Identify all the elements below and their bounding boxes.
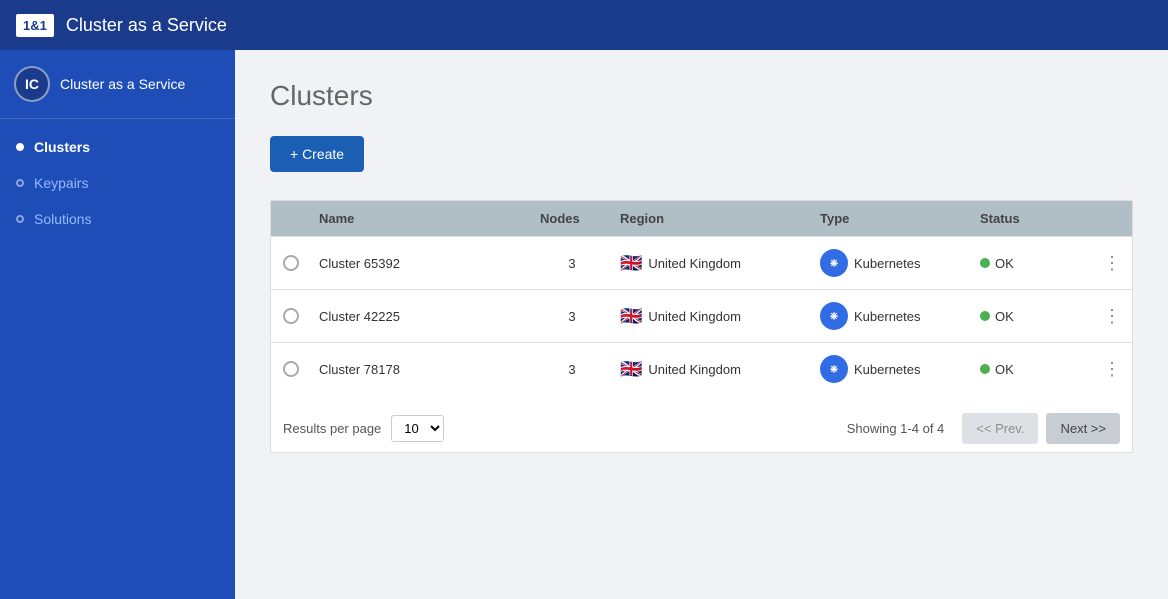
create-button[interactable]: + Create xyxy=(270,136,364,172)
status-dot-3 xyxy=(980,364,990,374)
th-status: Status xyxy=(972,211,1092,226)
table-header: Name Nodes Region Type Status xyxy=(271,201,1132,236)
th-nodes: Nodes xyxy=(532,211,612,226)
radio-1[interactable] xyxy=(283,255,299,271)
row-name-1: Cluster 65392 xyxy=(311,256,532,271)
row-select-2[interactable] xyxy=(271,308,311,324)
row-region-1: 🇬🇧 United Kingdom xyxy=(612,253,812,274)
pagination-bar: Results per page 10 25 50 Showing 1-4 of… xyxy=(271,395,1132,452)
row-menu-2[interactable]: ⋮ xyxy=(1092,306,1132,327)
per-page-label: Results per page xyxy=(283,421,381,436)
sidebar-label-keypairs: Keypairs xyxy=(34,175,88,191)
row-menu-1[interactable]: ⋮ xyxy=(1092,253,1132,274)
status-text-3: OK xyxy=(995,362,1014,377)
sidebar-item-keypairs[interactable]: Keypairs xyxy=(0,165,235,201)
sidebar-label-clusters: Clusters xyxy=(34,139,90,155)
app-title: Cluster as a Service xyxy=(66,15,227,36)
type-text-1: Kubernetes xyxy=(854,256,921,271)
nav-dot-keypairs xyxy=(16,179,24,187)
th-actions xyxy=(1092,211,1132,226)
sidebar-nav: Clusters Keypairs Solutions xyxy=(0,119,235,247)
nav-dot-clusters xyxy=(16,143,24,151)
region-text-3: United Kingdom xyxy=(648,362,741,377)
type-text-2: Kubernetes xyxy=(854,309,921,324)
kubernetes-icon-3: ⎈ xyxy=(820,355,848,383)
row-nodes-2: 3 xyxy=(532,309,612,324)
row-type-1: ⎈ Kubernetes xyxy=(812,249,972,277)
row-select-3[interactable] xyxy=(271,361,311,377)
sidebar: IC Cluster as a Service Clusters Keypair… xyxy=(0,50,235,599)
radio-2[interactable] xyxy=(283,308,299,324)
row-status-3: OK xyxy=(972,362,1092,377)
status-text-2: OK xyxy=(995,309,1014,324)
th-type: Type xyxy=(812,211,972,226)
row-type-3: ⎈ Kubernetes xyxy=(812,355,972,383)
pagination-right: Showing 1-4 of 4 << Prev. Next >> xyxy=(847,413,1120,444)
flag-icon-1: 🇬🇧 xyxy=(620,253,642,274)
prev-button[interactable]: << Prev. xyxy=(962,413,1038,444)
row-region-3: 🇬🇧 United Kingdom xyxy=(612,359,812,380)
next-button[interactable]: Next >> xyxy=(1046,413,1120,444)
layout: IC Cluster as a Service Clusters Keypair… xyxy=(0,50,1168,599)
table-row: Cluster 65392 3 🇬🇧 United Kingdom ⎈ Kube… xyxy=(271,236,1132,289)
row-select-1[interactable] xyxy=(271,255,311,271)
row-status-1: OK xyxy=(972,256,1092,271)
clusters-table: Name Nodes Region Type Status Cluster 65… xyxy=(270,200,1133,453)
row-nodes-3: 3 xyxy=(532,362,612,377)
th-select xyxy=(271,211,311,226)
kubernetes-icon-1: ⎈ xyxy=(820,249,848,277)
status-dot-2 xyxy=(980,311,990,321)
main-content: Clusters + Create Name Nodes Region Type… xyxy=(235,50,1168,599)
row-menu-3[interactable]: ⋮ xyxy=(1092,359,1132,380)
row-nodes-1: 3 xyxy=(532,256,612,271)
row-type-2: ⎈ Kubernetes xyxy=(812,302,972,330)
showing-text: Showing 1-4 of 4 xyxy=(847,421,945,436)
sidebar-item-clusters[interactable]: Clusters xyxy=(0,129,235,165)
region-text-1: United Kingdom xyxy=(648,256,741,271)
table-row: Cluster 42225 3 🇬🇧 United Kingdom ⎈ Kube… xyxy=(271,289,1132,342)
top-header: 1&1 Cluster as a Service xyxy=(0,0,1168,50)
th-region: Region xyxy=(612,211,812,226)
status-text-1: OK xyxy=(995,256,1014,271)
sidebar-brand: IC Cluster as a Service xyxy=(0,50,235,119)
row-region-2: 🇬🇧 United Kingdom xyxy=(612,306,812,327)
per-page-select[interactable]: 10 25 50 xyxy=(391,415,444,442)
sidebar-brand-label: Cluster as a Service xyxy=(60,76,185,92)
sidebar-label-solutions: Solutions xyxy=(34,211,92,227)
sidebar-item-solutions[interactable]: Solutions xyxy=(0,201,235,237)
page-title: Clusters xyxy=(270,80,1133,112)
row-name-2: Cluster 42225 xyxy=(311,309,532,324)
per-page-section: Results per page 10 25 50 xyxy=(283,415,444,442)
radio-3[interactable] xyxy=(283,361,299,377)
table-row: Cluster 78178 3 🇬🇧 United Kingdom ⎈ Kube… xyxy=(271,342,1132,395)
region-text-2: United Kingdom xyxy=(648,309,741,324)
status-dot-1 xyxy=(980,258,990,268)
flag-icon-2: 🇬🇧 xyxy=(620,306,642,327)
row-status-2: OK xyxy=(972,309,1092,324)
type-text-3: Kubernetes xyxy=(854,362,921,377)
kubernetes-icon-2: ⎈ xyxy=(820,302,848,330)
flag-icon-3: 🇬🇧 xyxy=(620,359,642,380)
th-name: Name xyxy=(311,211,532,226)
row-name-3: Cluster 78178 xyxy=(311,362,532,377)
logo: 1&1 xyxy=(16,14,54,37)
avatar: IC xyxy=(14,66,50,102)
nav-dot-solutions xyxy=(16,215,24,223)
